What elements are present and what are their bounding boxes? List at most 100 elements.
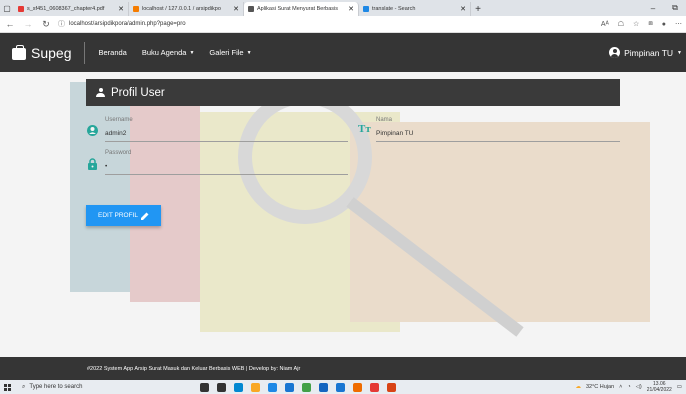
nama-field[interactable]: Nama Pimpinan TU: [376, 117, 620, 142]
menu-item-label: Buku Agenda: [141, 48, 187, 57]
browser-tab-translate[interactable]: translate - Search ✕: [359, 2, 471, 16]
main-menu: Beranda Buku Agenda ▼ Galeri File ▼: [85, 48, 251, 57]
tab-actions-icon[interactable]: ▢: [0, 0, 14, 16]
text-fields-icon: Tт: [358, 123, 371, 135]
nama-input[interactable]: Pimpinan TU: [376, 130, 620, 142]
page-footer: #2022 System App Arsip Surat Masuk dan K…: [0, 357, 686, 380]
bing-icon: [363, 6, 369, 12]
taskbar-app-icon[interactable]: [336, 382, 345, 392]
tab-title: s_sf451_0608367_chapter4.pdf: [27, 6, 105, 12]
profile-card-header: Profil User: [86, 79, 620, 106]
network-icon[interactable]: ◔: [627, 384, 630, 390]
card-title: Profil User: [111, 86, 165, 99]
browser-tab-phpmyadmin[interactable]: localhost / 127.0.0.1 / arsipdikpo ✕: [129, 2, 244, 16]
taskbar-app-icon[interactable]: [234, 382, 243, 392]
menu-item-galeri-file[interactable]: Galeri File ▼: [209, 48, 251, 57]
taskbar-search[interactable]: ⌕ Type here to search: [22, 381, 152, 393]
pdf-icon: [18, 6, 24, 12]
browser-tab-pdf[interactable]: s_sf451_0608367_chapter4.pdf ✕: [14, 2, 129, 16]
taskbar-app-icon[interactable]: [353, 382, 362, 392]
taskbar-app-icon[interactable]: [200, 382, 209, 392]
user-name: Pimpinan TU: [624, 47, 674, 58]
notifications-icon[interactable]: ▭: [677, 384, 682, 390]
close-icon[interactable]: ✕: [233, 5, 239, 13]
brand[interactable]: Supeg: [0, 41, 86, 64]
url-field[interactable]: ⓘ localhost/arsipdikpora/admin.php?page=…: [58, 18, 595, 31]
tab-title: translate - Search: [372, 6, 416, 12]
main-content: Profil User Username admin2 Tт Nama Pimp…: [0, 72, 686, 357]
footer-text: #2022 System App Arsip Surat Masuk dan K…: [87, 365, 301, 372]
minimize-icon[interactable]: –: [642, 0, 664, 16]
tab-title: Aplikasi Surat Menyurat Berbasis: [257, 6, 339, 12]
account-circle-icon: [609, 47, 621, 58]
menu-item-buku-agenda[interactable]: Buku Agenda ▼: [142, 48, 195, 57]
tab-title: localhost / 127.0.0.1 / arsipdikpo: [142, 6, 221, 12]
reading-view-icon[interactable]: ☖: [618, 20, 624, 28]
favorites-icon[interactable]: ☆: [633, 20, 639, 28]
os-taskbar: ⌕ Type here to search ☁ 32°C Hujan ˄ ◔ ◁…: [0, 380, 686, 394]
phpmyadmin-icon: [133, 6, 139, 12]
start-button[interactable]: [0, 380, 14, 394]
profile-icon[interactable]: ●: [662, 21, 666, 28]
system-tray: ☁ 32°C Hujan ˄ ◔ ◁) 13.06 21/04/2022 ▭: [575, 381, 686, 393]
taskbar-app-icon[interactable]: [387, 382, 396, 392]
more-icon[interactable]: ⋯: [675, 20, 682, 28]
weather-icon: ☁: [575, 384, 581, 390]
edit-profile-label: EDIT PROFIL: [98, 212, 138, 219]
menu-item-beranda[interactable]: Beranda: [98, 48, 126, 57]
refresh-icon[interactable]: ↻: [40, 18, 52, 30]
forward-icon[interactable]: →: [22, 18, 34, 30]
caret-down-icon: ▼: [246, 49, 252, 56]
username-label: Username: [105, 117, 133, 123]
lock-icon: [88, 158, 97, 170]
password-field[interactable]: Password •: [105, 150, 348, 175]
person-icon: [96, 88, 105, 97]
password-input[interactable]: •: [105, 163, 348, 175]
taskbar-app-icon[interactable]: [285, 382, 294, 392]
browser-tab-app[interactable]: Aplikasi Surat Menyurat Berbasis ✕: [244, 2, 359, 16]
search-icon: ⌕: [22, 383, 26, 390]
restore-icon[interactable]: ⧉: [664, 0, 686, 16]
clock[interactable]: 13.06 21/04/2022: [647, 381, 672, 393]
menu-item-label: Galeri File: [209, 48, 244, 57]
weather-text[interactable]: 32°C Hujan: [586, 384, 614, 390]
close-icon[interactable]: ✕: [460, 5, 466, 13]
read-aloud-icon[interactable]: Aᴬ: [601, 21, 609, 28]
address-bar: ← → ↻ ⓘ localhost/arsipdikpora/admin.php…: [0, 16, 686, 33]
taskbar-app-icon[interactable]: [268, 382, 277, 392]
menu-item-label: Beranda: [98, 48, 127, 57]
user-menu[interactable]: Pimpinan TU ▼: [609, 33, 682, 72]
date: 21/04/2022: [646, 387, 672, 393]
taskbar-app-icon[interactable]: [370, 382, 379, 392]
volume-icon[interactable]: ◁): [636, 384, 642, 390]
browser-tab-strip: ▢ s_sf451_0608367_chapter4.pdf ✕ localho…: [0, 0, 686, 16]
caret-down-icon: ▼: [189, 49, 195, 56]
back-icon[interactable]: ←: [4, 18, 16, 30]
username-field[interactable]: Username admin2: [105, 117, 348, 142]
edit-profile-button[interactable]: EDIT PROFIL: [86, 205, 161, 226]
app-favicon-icon: [248, 6, 254, 12]
username-input[interactable]: admin2: [105, 130, 348, 142]
collections-icon[interactable]: ⧈: [648, 20, 652, 28]
info-icon[interactable]: ⓘ: [58, 19, 65, 29]
password-label: Password: [105, 150, 132, 156]
caret-down-icon: ▼: [677, 49, 682, 56]
briefcase-icon: [12, 44, 26, 60]
taskbar-app-icon[interactable]: [251, 382, 260, 392]
url-text: localhost/arsipdikpora/admin.php?page=pr…: [69, 21, 186, 27]
app-navbar: Supeg Beranda Buku Agenda ▼ Galeri File …: [0, 33, 686, 72]
pencil-icon: [140, 212, 149, 220]
taskbar-app-icon[interactable]: [217, 382, 226, 392]
taskbar-apps: [200, 382, 396, 392]
brand-name: Supeg: [31, 44, 72, 61]
account-circle-icon: [87, 125, 98, 136]
windows-logo-icon: [3, 383, 11, 391]
taskbar-app-icon[interactable]: [302, 382, 311, 392]
search-placeholder: Type here to search: [29, 384, 83, 390]
close-icon[interactable]: ✕: [348, 5, 354, 13]
chevron-up-icon[interactable]: ˄: [619, 384, 622, 390]
new-tab-button[interactable]: +: [471, 2, 485, 16]
close-icon[interactable]: ✕: [118, 5, 124, 13]
taskbar-app-icon[interactable]: [319, 382, 328, 392]
nama-label: Nama: [376, 117, 393, 123]
